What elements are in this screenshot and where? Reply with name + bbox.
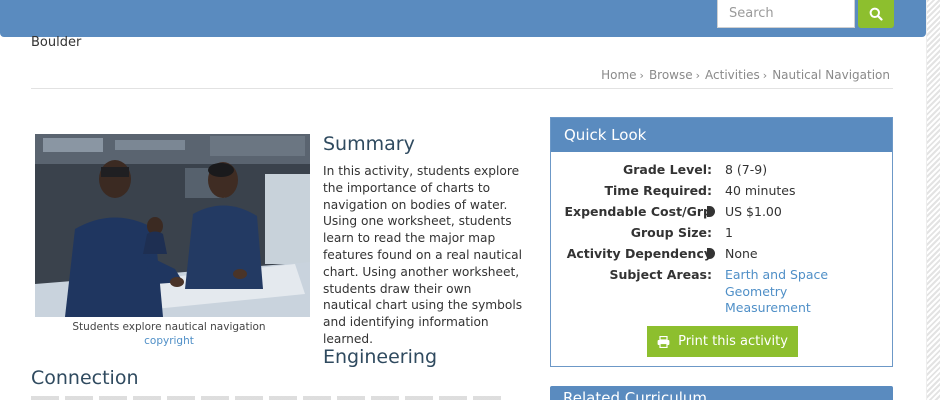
activity-photo [35, 134, 310, 317]
activity-dependency-label: Activity Dependency [566, 246, 712, 261]
printer-icon [657, 335, 670, 348]
expendable-cost-value: US $1.00 [725, 204, 782, 219]
breadcrumb-separator: › [695, 69, 701, 82]
related-curriculum-title: Related Curriculum [563, 389, 707, 400]
subject-link-measurement[interactable]: Measurement [725, 300, 828, 317]
breadcrumb-activities[interactable]: Activities [705, 68, 760, 82]
time-required-label: Time Required: [604, 183, 713, 198]
info-icon[interactable] [707, 248, 715, 259]
clipped-text-line [31, 396, 501, 400]
print-activity-label: Print this activity [678, 334, 788, 349]
copyright-link[interactable]: copyright [35, 335, 303, 347]
breadcrumb-browse[interactable]: Browse [649, 68, 693, 82]
grade-level-value: 8 (7-9) [725, 162, 768, 177]
expendable-cost-label: Expendable Cost/Grp [564, 204, 713, 219]
grade-level-label: Grade Level: [623, 162, 712, 177]
print-activity-button[interactable]: Print this activity [647, 326, 798, 357]
subject-areas-label: Subject Areas: [609, 267, 712, 282]
group-size-value: 1 [725, 225, 733, 240]
related-curriculum-header: Related Curriculum [550, 386, 893, 400]
search-button[interactable] [858, 0, 894, 28]
group-size-label: Group Size: [630, 225, 712, 240]
breadcrumb-separator: › [762, 69, 768, 82]
engineering-heading: Engineering [323, 346, 437, 368]
search-input[interactable] [717, 0, 855, 28]
breadcrumb-separator: › [639, 69, 644, 82]
quick-look-title: Quick Look [551, 118, 892, 152]
site-name: Boulder [31, 35, 82, 50]
breadcrumb-current: Nautical Navigation [772, 68, 890, 82]
quick-look-panel: Quick Look Grade Level: 8 (7-9) Time Req… [550, 117, 893, 367]
subject-link-earth-space[interactable]: Earth and Space [725, 267, 828, 284]
connection-heading: Connection [31, 367, 139, 389]
header-divider [31, 88, 893, 89]
activity-dependency-value: None [725, 246, 758, 261]
breadcrumb: Home › Browse › Activities › Nautical Navigati… [560, 68, 890, 82]
info-icon[interactable] [707, 206, 715, 217]
search-icon [869, 7, 883, 21]
page-edge-pattern [926, 0, 940, 400]
photo-caption: Students explore nautical navigation [72, 321, 266, 333]
subject-areas-list: Earth and Space Geometry Measurement [725, 267, 828, 317]
summary-heading: Summary [323, 133, 415, 155]
breadcrumb-home[interactable]: Home [601, 68, 636, 82]
top-navigation-bar [0, 0, 926, 37]
subject-link-geometry[interactable]: Geometry [725, 284, 828, 301]
time-required-value: 40 minutes [725, 183, 796, 198]
summary-text: In this activity, students explore the i… [323, 164, 523, 346]
photo-illustration [35, 134, 310, 317]
